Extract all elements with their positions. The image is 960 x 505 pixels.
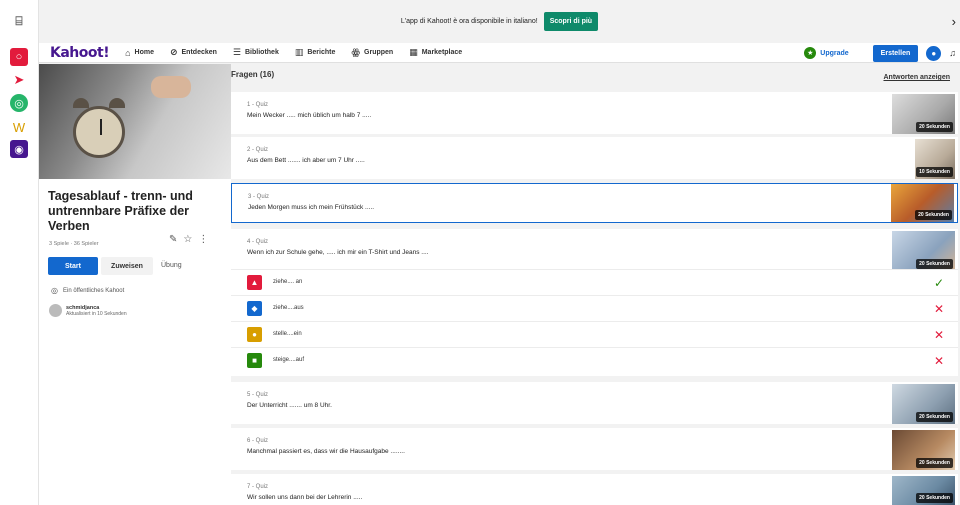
- updated-text: Aktualisiert in 10 Sekunden: [66, 310, 127, 317]
- create-button[interactable]: Erstellen: [872, 44, 919, 62]
- nav-item-gruppen[interactable]: ꙮ Gruppen: [351, 47, 393, 58]
- question-thumbnail: 20 Sekunden: [892, 231, 955, 271]
- list-icon: ☰: [232, 47, 241, 57]
- visibility-info: ◎ Ein öffentliches Kahoot: [51, 286, 125, 295]
- cross-icon: ✕: [933, 328, 944, 342]
- nav-right: ★ Upgrade Erstellen ● ♫: [804, 43, 960, 63]
- promo-banner: L'app di Kahoot! è ora disponibile in it…: [39, 0, 960, 43]
- check-icon: ✓: [933, 276, 944, 290]
- question-thumbnail: 10 Sekunden: [915, 139, 955, 179]
- app-icon-chat[interactable]: ◎: [10, 94, 28, 112]
- user-avatar-icon[interactable]: ●: [926, 45, 942, 61]
- gift-icon[interactable]: ⌸: [10, 12, 28, 30]
- question-thumbnail: 20 Sekunden: [891, 184, 954, 222]
- top-nav: Kahoot! ⌂ Home ⊘ Entdecken ☰ Bibliothek ▥ Be…: [39, 43, 960, 63]
- diamond-icon: ◆: [247, 301, 262, 316]
- square-icon: ■: [247, 353, 262, 368]
- question-card-7[interactable]: 7 - Quiz Wir sollen uns dann bei der Leh…: [231, 474, 958, 505]
- questions-header: Fragen (16): [231, 70, 275, 79]
- nav-item-bibliothek[interactable]: ☰ Bibliothek: [233, 47, 279, 58]
- compass-icon: ⊘: [169, 47, 178, 57]
- nav-item-marketplace[interactable]: ▦ Marketplace: [409, 47, 462, 58]
- banner-text: L'app di Kahoot! è ora disponibile in it…: [400, 18, 538, 25]
- answer-option-3: ● stelle....ein ✕: [231, 321, 958, 347]
- question-card-3[interactable]: 3 - Quiz Jeden Morgen muss ich mein Früh…: [231, 183, 958, 223]
- question-card-1[interactable]: 1 - Quiz Mein Wecker ..... mich üblich u…: [231, 92, 958, 134]
- nav-item-berichte[interactable]: ▥ Berichte: [295, 47, 336, 58]
- question-card-4[interactable]: 4 - Quiz Wenn ich zur Schule gehe, .....…: [231, 229, 958, 376]
- store-icon: ▦: [409, 47, 418, 57]
- assign-button[interactable]: Zuweisen: [101, 257, 153, 275]
- kahoot-title: Tagesablauf - trenn- und untrennbare Prä…: [48, 189, 193, 233]
- upgrade-link[interactable]: ★ Upgrade: [804, 47, 849, 59]
- question-card-2[interactable]: 2 - Quiz Aus dem Bett ....... ich aber u…: [231, 137, 958, 179]
- globe-icon: ◎: [51, 286, 58, 295]
- kahoot-info-panel: Tagesablauf - trenn- und untrennbare Prä…: [39, 64, 231, 505]
- question-card-5[interactable]: 5 - Quiz Der Unterricht ....... um 8 Uhr…: [231, 382, 958, 424]
- nav-item-home[interactable]: ⌂ Home: [125, 48, 154, 58]
- more-icon[interactable]: ⋮: [198, 234, 208, 245]
- home-icon: ⌂: [125, 47, 131, 58]
- kahoot-meta: 3 Spiele · 36 Spieler: [49, 241, 99, 247]
- alarm-clock-image: [73, 106, 125, 158]
- bar-chart-icon: ▥: [294, 47, 304, 57]
- triangle-icon: ▲: [247, 275, 262, 290]
- cross-icon: ✕: [933, 302, 944, 316]
- app-icon-w[interactable]: W: [10, 118, 28, 136]
- chevron-right-icon[interactable]: ›: [952, 14, 956, 29]
- owner-avatar-icon: [49, 304, 62, 317]
- app-sidebar: ⌸ ○ ➤ ◎ W ◉: [0, 0, 39, 505]
- question-thumbnail: 20 Sekunden: [892, 476, 955, 505]
- app-icon-arrow[interactable]: ➤: [10, 71, 28, 89]
- question-thumbnail: 20 Sekunden: [892, 430, 955, 470]
- question-thumbnail: 20 Sekunden: [892, 384, 955, 424]
- cross-icon: ✕: [933, 354, 944, 368]
- app-icon-kahoot[interactable]: ○: [10, 48, 28, 66]
- kahoot-logo[interactable]: Kahoot!: [50, 45, 110, 61]
- answer-option-2: ◆ ziehe....aus ✕: [231, 295, 958, 321]
- question-thumbnail: 20 Sekunden: [892, 94, 955, 134]
- nav-item-entdecken[interactable]: ⊘ Entdecken: [170, 47, 217, 58]
- question-card-6[interactable]: 6 - Quiz Manchmal passiert es, dass wir …: [231, 428, 958, 470]
- star-icon: ★: [804, 47, 817, 59]
- app-icon-camera[interactable]: ◉: [10, 140, 28, 158]
- bell-icon[interactable]: ♫: [949, 48, 956, 58]
- circle-icon: ●: [247, 327, 262, 342]
- start-button[interactable]: Start: [48, 257, 98, 275]
- owner-info[interactable]: schmidjanca Aktualisiert in 10 Sekunden: [49, 304, 127, 317]
- answer-option-4: ■ steige....auf ✕: [231, 347, 958, 373]
- people-icon: ꙮ: [351, 47, 361, 57]
- kahoot-tools: ✎ ☆ ⋮: [169, 234, 214, 245]
- practice-link[interactable]: Übung: [161, 262, 182, 269]
- show-answers-link[interactable]: Antworten anzeigen: [883, 74, 950, 81]
- answer-option-1: ▲ ziehe.... an ✓: [231, 269, 958, 295]
- favorite-star-icon[interactable]: ☆: [183, 234, 192, 245]
- cover-image: [39, 64, 231, 179]
- banner-cta-button[interactable]: Scopri di più: [543, 12, 599, 31]
- edit-icon[interactable]: ✎: [169, 234, 177, 245]
